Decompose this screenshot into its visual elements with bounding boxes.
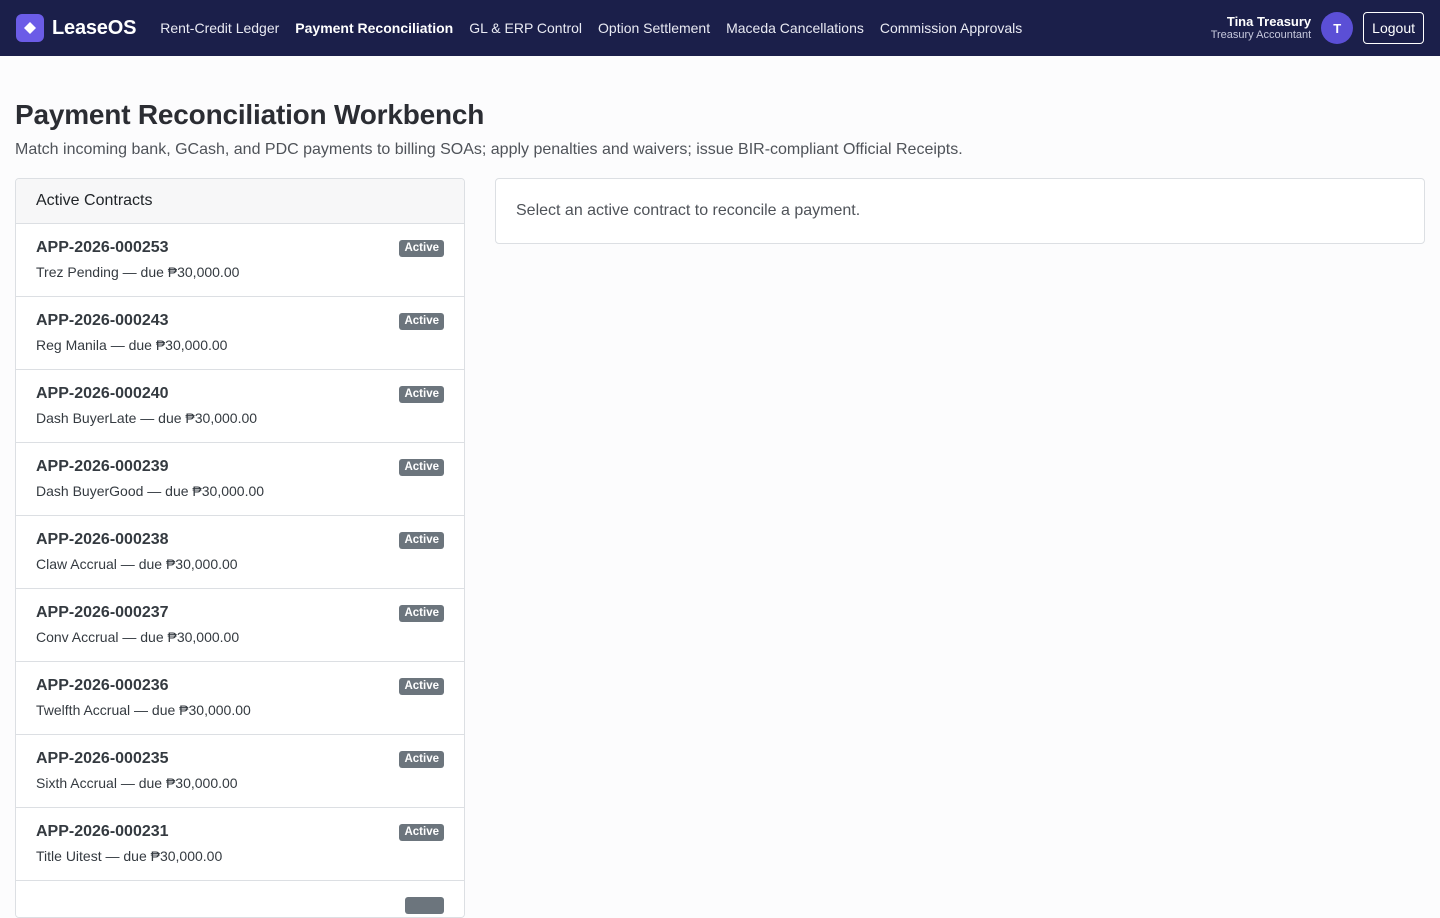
status-badge: Active [399, 751, 444, 768]
brand-name: LeaseOS [52, 16, 137, 39]
contract-id: APP-2026-000238 [36, 531, 169, 548]
nav-links: Rent-Credit Ledger Payment Reconciliatio… [160, 20, 1038, 36]
top-navbar: LeaseOS Rent-Credit Ledger Payment Recon… [0, 0, 1440, 56]
status-badge: Active [399, 605, 444, 622]
user-name: Tina Treasury [1226, 13, 1312, 29]
status-badge: Active [399, 459, 444, 476]
nav-item-gl-erp-control[interactable]: GL & ERP Control [469, 20, 582, 36]
contract-description: Dash BuyerGood — due ₱30,000.00 [36, 483, 265, 499]
logout-button[interactable]: Logout [1363, 12, 1424, 44]
brand-link[interactable]: LeaseOS [16, 14, 136, 42]
contract-description: Dash BuyerLate — due ₱30,000.00 [36, 410, 258, 426]
contract-id: APP-2026-000231 [36, 823, 169, 840]
contract-list-item[interactable]: APP-2026-000243 Reg Manila — due ₱30,000.… [16, 297, 464, 370]
page-subtitle: Match incoming bank, GCash, and PDC paym… [15, 141, 963, 158]
active-contracts-card: Active Contracts APP-2026-000253 Trez Pen… [15, 178, 465, 918]
contract-list-item[interactable]: APP-2026-000237 Conv Accrual — due ₱30,00… [16, 589, 464, 662]
contract-id: APP-2026-000236 [36, 677, 169, 694]
nav-item-commission-approvals[interactable]: Commission Approvals [880, 20, 1022, 36]
avatar[interactable]: T [1321, 12, 1354, 44]
status-badge: Active [399, 313, 444, 330]
contract-id: APP-2026-000253 [36, 239, 169, 256]
contract-list-item[interactable]: APP-2026-000238 Claw Accrual — due ₱30,00… [16, 516, 464, 589]
reconciliation-panel: Select an active contract to reconcile a… [495, 178, 1425, 244]
nav-item-option-settlement[interactable]: Option Settlement [598, 20, 710, 36]
contract-description: Conv Accrual — due ₱30,000.00 [36, 629, 240, 645]
contract-list-item[interactable]: APP-2026-000236 Twelfth Accrual — due ₱30… [16, 662, 464, 735]
status-badge: Active [399, 824, 444, 841]
status-badge: Active [399, 386, 444, 403]
contract-id: APP-2026-000240 [36, 385, 169, 402]
user-info: Tina Treasury Treasury Accountant [1210, 13, 1312, 42]
nav-item-rent-credit-ledger[interactable]: Rent-Credit Ledger [160, 20, 279, 36]
contract-description: Twelfth Accrual — due ₱30,000.00 [36, 702, 251, 718]
status-badge: Active [399, 532, 444, 549]
user-role: Treasury Accountant [1210, 28, 1312, 41]
nav-item-maceda-cancellations[interactable]: Maceda Cancellations [726, 20, 864, 36]
user-area: Tina Treasury Treasury Accountant T Logo… [1211, 0, 1424, 56]
logo-icon [16, 14, 44, 42]
contract-description: Reg Manila — due ₱30,000.00 [36, 337, 228, 353]
contract-id: APP-2026-000243 [36, 312, 169, 329]
contract-id: APP-2026-000239 [36, 458, 169, 475]
status-badge: Active [399, 678, 444, 695]
empty-state-message: Select an active contract to reconcile a… [516, 202, 861, 219]
contract-list: APP-2026-000253 Trez Pending — due ₱30,00… [16, 224, 464, 917]
contract-list-item[interactable]: APP-2026-000240 Dash BuyerLate — due ₱30,… [16, 370, 464, 443]
contract-list-item[interactable]: APP-2026-000231 Title Uitest — due ₱30,00… [16, 808, 464, 881]
contract-description: Claw Accrual — due ₱30,000.00 [36, 556, 238, 572]
contract-list-item[interactable]: APP-2026-000235 Sixth Accrual — due ₱30,0… [16, 735, 464, 808]
contract-description: Sixth Accrual — due ₱30,000.00 [36, 775, 238, 791]
page-title: Payment Reconciliation Workbench [15, 99, 485, 130]
contract-description: Title Uitest — due ₱30,000.00 [36, 848, 223, 864]
nav-item-payment-reconciliation[interactable]: Payment Reconciliation [295, 20, 453, 36]
contract-list-item[interactable]: APP-2026-000253 Trez Pending — due ₱30,00… [16, 224, 464, 297]
active-contracts-header: Active Contracts [16, 179, 464, 224]
contract-id: APP-2026-000235 [36, 750, 169, 767]
contract-list-item[interactable]: APP-2026-000239 Dash BuyerGood — due ₱30,… [16, 443, 464, 516]
contract-id: APP-2026-000237 [36, 604, 169, 621]
status-badge: Active [399, 240, 444, 257]
contract-description: Trez Pending — due ₱30,000.00 [36, 264, 240, 280]
